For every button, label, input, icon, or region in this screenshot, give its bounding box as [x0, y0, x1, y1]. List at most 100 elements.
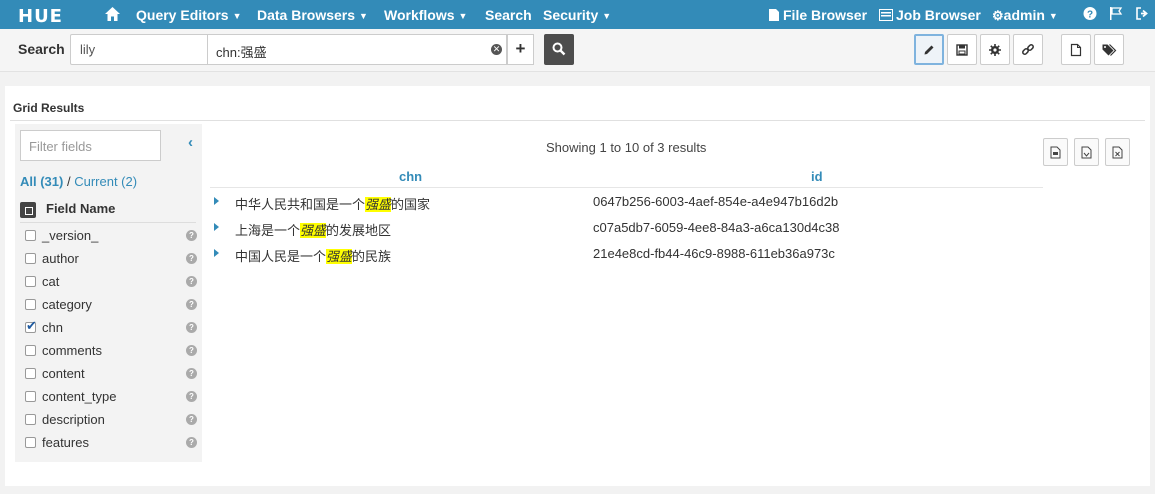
field-checkbox[interactable]	[25, 368, 36, 379]
current-fields-link[interactable]: Current (2)	[74, 174, 137, 189]
help-icon[interactable]: ?	[186, 299, 197, 310]
field-checkbox[interactable]	[25, 437, 36, 448]
field-row[interactable]: chn?	[20, 318, 197, 340]
gear-icon	[989, 43, 1001, 56]
svg-text:?: ?	[1087, 10, 1093, 21]
field-checkbox[interactable]	[25, 391, 36, 402]
column-header-chn[interactable]: chn	[399, 169, 422, 184]
nav-file-browser[interactable]: File Browser	[768, 7, 867, 23]
clear-icon[interactable]: ✕	[491, 44, 502, 55]
help-icon[interactable]: ?	[1083, 6, 1097, 21]
help-icon[interactable]: ?	[186, 368, 197, 379]
search-bar: Search lily chn:强盛 ✕ +	[0, 29, 1155, 72]
tags-icon	[1102, 43, 1117, 56]
chevron-down-icon: ▼	[232, 11, 242, 21]
help-icon[interactable]: ?	[186, 276, 197, 287]
nav-user-menu[interactable]: ⚙admin ▼	[992, 7, 1058, 24]
nav-job-browser[interactable]: Job Browser	[879, 7, 981, 23]
panel-title: Grid Results	[13, 101, 85, 115]
nav-query-editors[interactable]: Query Editors ▼	[136, 7, 242, 23]
expand-caret-icon[interactable]	[214, 197, 219, 205]
field-row[interactable]: category?	[20, 295, 197, 317]
settings-button[interactable]	[980, 34, 1010, 65]
top-navbar: HUE Query Editors ▼ Data Browsers ▼ Workfl…	[0, 0, 1155, 29]
field-checkbox[interactable]	[25, 299, 36, 310]
field-row[interactable]: content?	[20, 364, 197, 386]
home-icon[interactable]	[104, 6, 121, 22]
help-icon[interactable]: ?	[186, 230, 197, 241]
field-checkbox[interactable]	[25, 253, 36, 264]
field-checkbox[interactable]	[25, 276, 36, 287]
column-header-id[interactable]: id	[811, 169, 823, 184]
field-row[interactable]: cat?	[20, 272, 197, 294]
edit-button[interactable]	[914, 34, 944, 65]
new-document-button[interactable]	[1061, 34, 1091, 65]
hue-logo[interactable]: HUE	[18, 6, 63, 27]
divider	[210, 187, 1043, 188]
separator: /	[66, 174, 71, 189]
field-checkbox[interactable]	[25, 414, 36, 425]
result-chn: 中华人民共和国是一个强盛的国家	[235, 197, 431, 212]
expand-caret-icon[interactable]	[214, 249, 219, 257]
field-checkbox[interactable]	[25, 345, 36, 356]
field-row[interactable]: description?	[20, 410, 197, 432]
field-name: content	[42, 366, 85, 381]
field-name: features	[42, 435, 89, 450]
result-row[interactable]: 上海是一个强盛的发展地区 c07a5db7-6059-4ee8-84a3-a6c…	[210, 215, 1043, 241]
download-csv-button[interactable]	[1043, 138, 1068, 166]
nav-search[interactable]: Search	[485, 7, 532, 23]
help-icon[interactable]: ?	[186, 345, 197, 356]
field-name: description	[42, 412, 105, 427]
result-row[interactable]: 中华人民共和国是一个强盛的国家 0647b256-6003-4aef-854e-…	[210, 189, 1043, 215]
chevron-down-icon: ▼	[602, 11, 612, 21]
pencil-icon	[924, 45, 934, 54]
field-name: comments	[42, 343, 102, 358]
highlight: 强盛	[365, 197, 392, 212]
help-icon[interactable]: ?	[186, 253, 197, 264]
xls-file-icon	[1081, 146, 1092, 159]
select-all-checkbox[interactable]	[20, 202, 36, 218]
cogs-icon: ⚙	[992, 8, 1004, 23]
result-id: 0647b256-6003-4aef-854e-a4e947b16d2b	[593, 194, 839, 209]
search-query-input[interactable]: chn:强盛	[207, 34, 507, 65]
result-row[interactable]: 中国人民是一个强盛的民族 21e4e8cd-fb44-46c9-8988-611…	[210, 241, 1043, 267]
file-icon	[769, 9, 779, 21]
field-row[interactable]: comments?	[20, 341, 197, 363]
help-icon[interactable]: ?	[186, 322, 197, 333]
all-fields-link[interactable]: All (31)	[20, 174, 63, 189]
filter-fields-input[interactable]: Filter fields	[20, 130, 161, 161]
collection-selector[interactable]: lily	[70, 34, 208, 65]
nav-security[interactable]: Security ▼	[543, 7, 611, 23]
share-link-button[interactable]	[1013, 34, 1043, 65]
field-row[interactable]: author?	[20, 249, 197, 271]
search-button[interactable]	[544, 34, 574, 65]
save-button[interactable]	[947, 34, 977, 65]
chevron-left-icon[interactable]: ‹	[188, 134, 193, 151]
grid-results-panel: Grid Results Filter fields ‹ All (31) / …	[5, 86, 1150, 486]
help-icon[interactable]: ?	[186, 391, 197, 402]
nav-workflows[interactable]: Workflows ▼	[384, 7, 467, 23]
result-chn: 上海是一个强盛的发展地区	[235, 223, 392, 238]
field-name: content_type	[42, 389, 117, 404]
help-icon[interactable]: ?	[186, 414, 197, 425]
tags-button[interactable]	[1094, 34, 1124, 65]
results-count: Showing 1 to 10 of 3 results	[546, 140, 707, 155]
nav-data-browsers[interactable]: Data Browsers ▼	[257, 7, 368, 23]
field-checkbox[interactable]	[25, 230, 36, 241]
expand-caret-icon[interactable]	[214, 223, 219, 231]
field-checkbox-checked[interactable]	[25, 318, 37, 334]
help-icon[interactable]: ?	[186, 437, 197, 448]
list-icon	[879, 9, 893, 21]
field-row[interactable]: _version_?	[20, 226, 197, 248]
save-icon	[956, 43, 968, 56]
download-excel-button[interactable]	[1105, 138, 1130, 166]
field-row[interactable]: content_type?	[20, 387, 197, 409]
flag-icon[interactable]	[1109, 6, 1123, 21]
result-id: 21e4e8cd-fb44-46c9-8988-611eb36a973c	[593, 246, 835, 261]
field-row[interactable]: features?	[20, 433, 197, 455]
logout-icon[interactable]	[1135, 6, 1149, 21]
search-label: Search	[18, 41, 65, 57]
add-query-button[interactable]: +	[507, 34, 534, 65]
download-xls-button[interactable]	[1074, 138, 1099, 166]
chevron-down-icon: ▼	[359, 11, 368, 21]
